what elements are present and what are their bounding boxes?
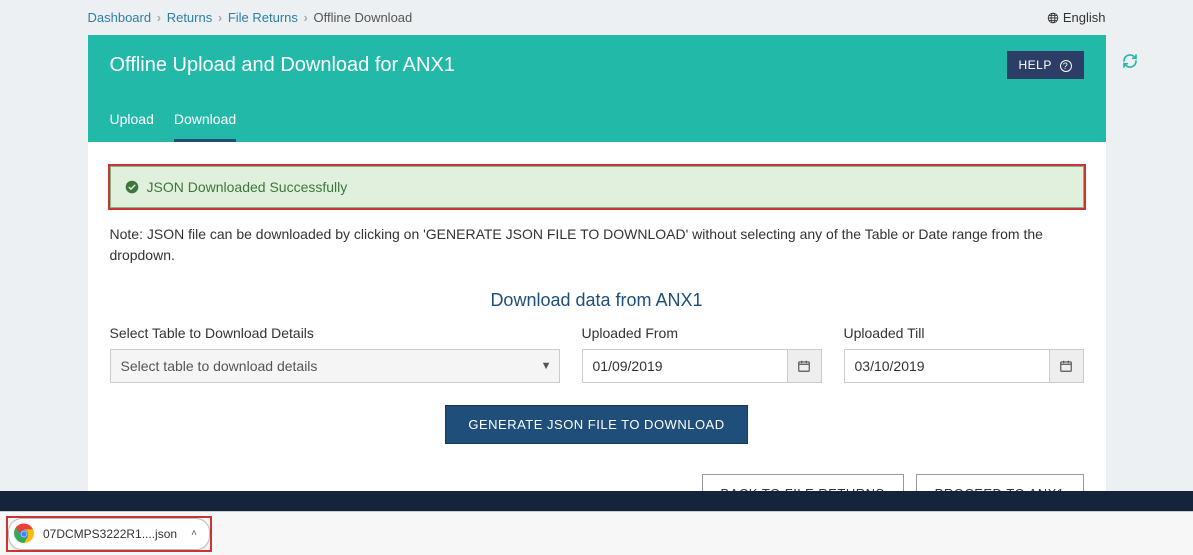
chevron-right-icon: › <box>304 10 308 25</box>
chevron-up-icon[interactable]: ˄ <box>191 528 197 539</box>
calendar-icon[interactable] <box>788 349 822 383</box>
uploaded-from-input[interactable] <box>582 349 788 383</box>
content-panel: JSON Downloaded Successfully Note: JSON … <box>88 142 1106 543</box>
header-panel: Offline Upload and Download for ANX1 HEL… <box>88 35 1106 142</box>
question-circle-icon: ? <box>1060 60 1072 72</box>
downloaded-file-name: 07DCMPS3222R1....json <box>43 527 177 541</box>
help-button[interactable]: HELP ? <box>1007 51 1084 79</box>
tab-download[interactable]: Download <box>174 101 236 142</box>
chrome-icon <box>13 523 35 545</box>
tab-upload[interactable]: Upload <box>110 101 154 142</box>
chevron-right-icon: › <box>218 10 222 25</box>
section-title: Download data from ANX1 <box>110 290 1084 311</box>
globe-icon <box>1047 12 1059 24</box>
uploaded-till-input[interactable] <box>844 349 1050 383</box>
generate-json-button[interactable]: GENERATE JSON FILE TO DOWNLOAD <box>445 405 747 444</box>
crumb-dashboard[interactable]: Dashboard <box>88 10 152 25</box>
browser-download-tray: 07DCMPS3222R1....json ˄ <box>0 511 1193 555</box>
downloaded-file-chip[interactable]: 07DCMPS3222R1....json ˄ <box>8 518 210 550</box>
refresh-icon[interactable] <box>1122 53 1138 69</box>
success-alert: JSON Downloaded Successfully <box>110 166 1084 208</box>
uploaded-till-label: Uploaded Till <box>844 325 1084 341</box>
crumb-current: Offline Download <box>314 10 413 25</box>
check-circle-icon <box>125 180 139 194</box>
crumb-file-returns[interactable]: File Returns <box>228 10 298 25</box>
table-select[interactable]: Select table to download details <box>110 349 560 383</box>
chevron-right-icon: › <box>157 10 161 25</box>
crumb-returns[interactable]: Returns <box>167 10 213 25</box>
language-label: English <box>1063 10 1106 25</box>
calendar-icon[interactable] <box>1050 349 1084 383</box>
breadcrumb: Dashboard › Returns › File Returns › Off… <box>88 10 413 25</box>
language-switcher[interactable]: English <box>1047 10 1106 25</box>
alert-message: JSON Downloaded Successfully <box>147 179 348 195</box>
table-select-label: Select Table to Download Details <box>110 325 560 341</box>
help-label: HELP <box>1019 58 1052 72</box>
note-text: Note: JSON file can be downloaded by cli… <box>110 224 1084 266</box>
tabs: Upload Download <box>110 101 1084 142</box>
footer-bar <box>0 491 1193 511</box>
uploaded-from-label: Uploaded From <box>582 325 822 341</box>
page-title: Offline Upload and Download for ANX1 <box>110 54 455 77</box>
